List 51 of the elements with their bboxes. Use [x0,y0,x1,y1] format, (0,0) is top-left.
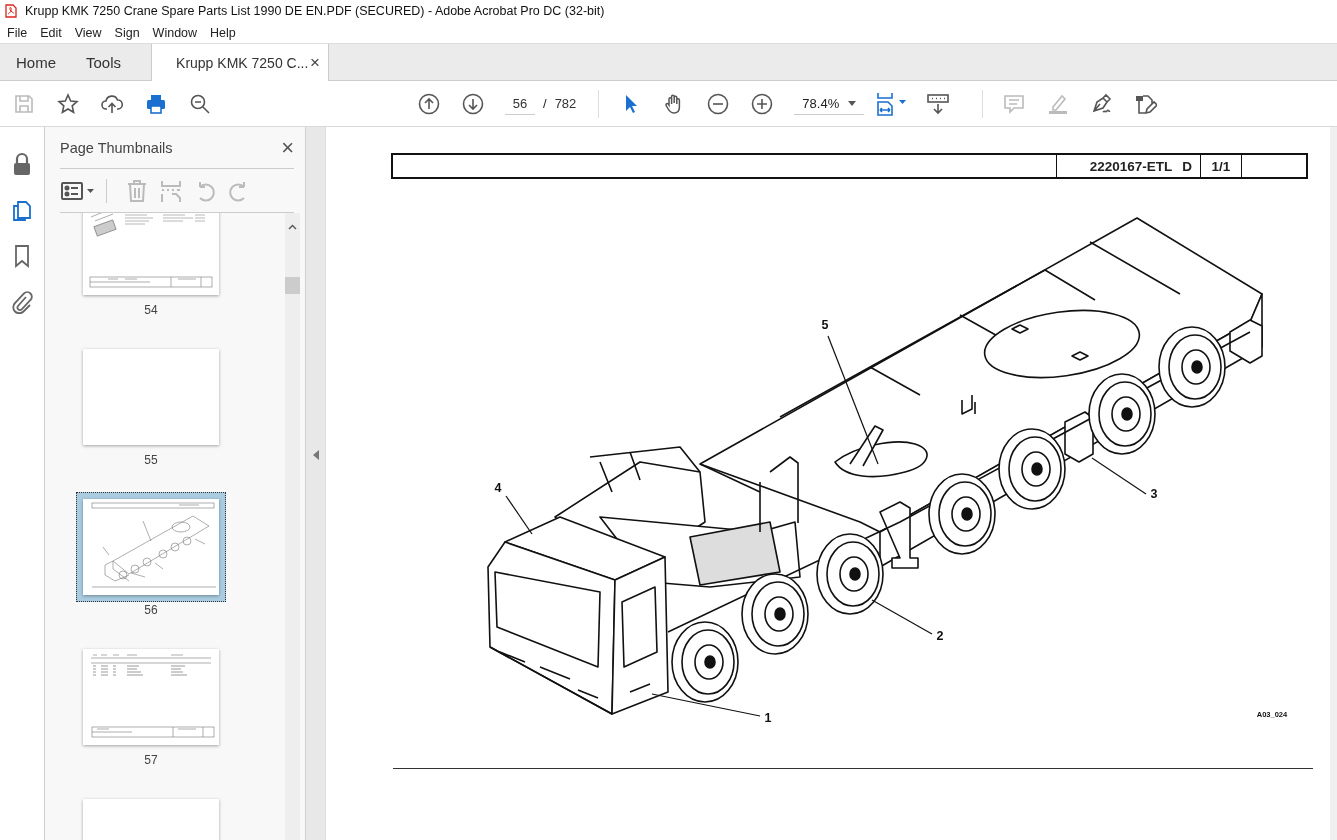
search-icon[interactable] [189,92,211,115]
menu-item[interactable]: Sign [114,25,140,40]
revision-letter: D [1182,158,1192,174]
tab[interactable]: Krupp KMK 7250 C...× [151,44,330,81]
upload-icon[interactable] [101,92,123,115]
tab[interactable]: Home [0,44,70,80]
leader-line [505,495,533,535]
page-thumbnail[interactable] [76,492,226,602]
callout-number: 5 [821,318,829,332]
callout-number: 2 [936,629,944,643]
menu-item[interactable]: File [7,25,28,40]
zoom-field[interactable]: 78.4% [794,92,865,115]
page-number-label: 57 [144,752,158,768]
tab[interactable]: Tools [70,44,136,80]
page-number-label: 54 [144,302,158,318]
scroll-mode-icon[interactable] [926,92,951,115]
scrollbar[interactable] [1330,127,1337,840]
menu-item[interactable]: Window [152,25,198,40]
sheet-number: 1/1 [1211,158,1231,174]
sign-icon[interactable] [1091,92,1114,115]
collapse-icon[interactable] [312,449,319,460]
page-number-label: 55 [144,452,158,468]
edit-icon[interactable] [1135,92,1158,115]
page-number-field[interactable]: 56 [505,92,535,115]
close-icon[interactable]: × [281,136,294,159]
callout-number: 4 [494,481,502,495]
zoom-in-icon[interactable] [751,92,774,115]
menu-item[interactable]: Help [210,25,236,40]
leader-line [871,599,933,635]
scroll-up-icon[interactable] [288,224,297,230]
leader-line [1091,457,1147,495]
close-icon[interactable]: × [310,52,321,73]
lock-icon[interactable] [11,152,33,176]
callout-number: 3 [1150,487,1158,501]
zoom-out-icon[interactable] [707,92,730,115]
page-number-label: 56 [144,602,158,618]
window-title: Krupp KMK 7250 Crane Spare Parts List 1990 DE EN.PDF (SECURED) - Adobe Acrobat Pro DC (32-bit) [25,4,605,18]
page-separator: / [543,96,547,111]
pages-icon[interactable] [11,198,33,222]
print-icon[interactable] [145,92,167,115]
page-count: 782 [554,96,577,111]
drawing-number: 2220167-ETL [1089,158,1173,174]
scrollbar-thumb[interactable] [285,277,300,294]
attachment-icon[interactable] [11,290,33,314]
star-icon[interactable] [57,92,79,115]
callout-number: 1 [764,711,772,725]
menu-item[interactable]: View [74,25,102,40]
panel-title: Page Thumbnails [60,139,173,156]
pdf-icon [5,4,17,18]
caret-icon[interactable] [848,100,857,106]
menu-item[interactable]: Edit [40,25,62,40]
